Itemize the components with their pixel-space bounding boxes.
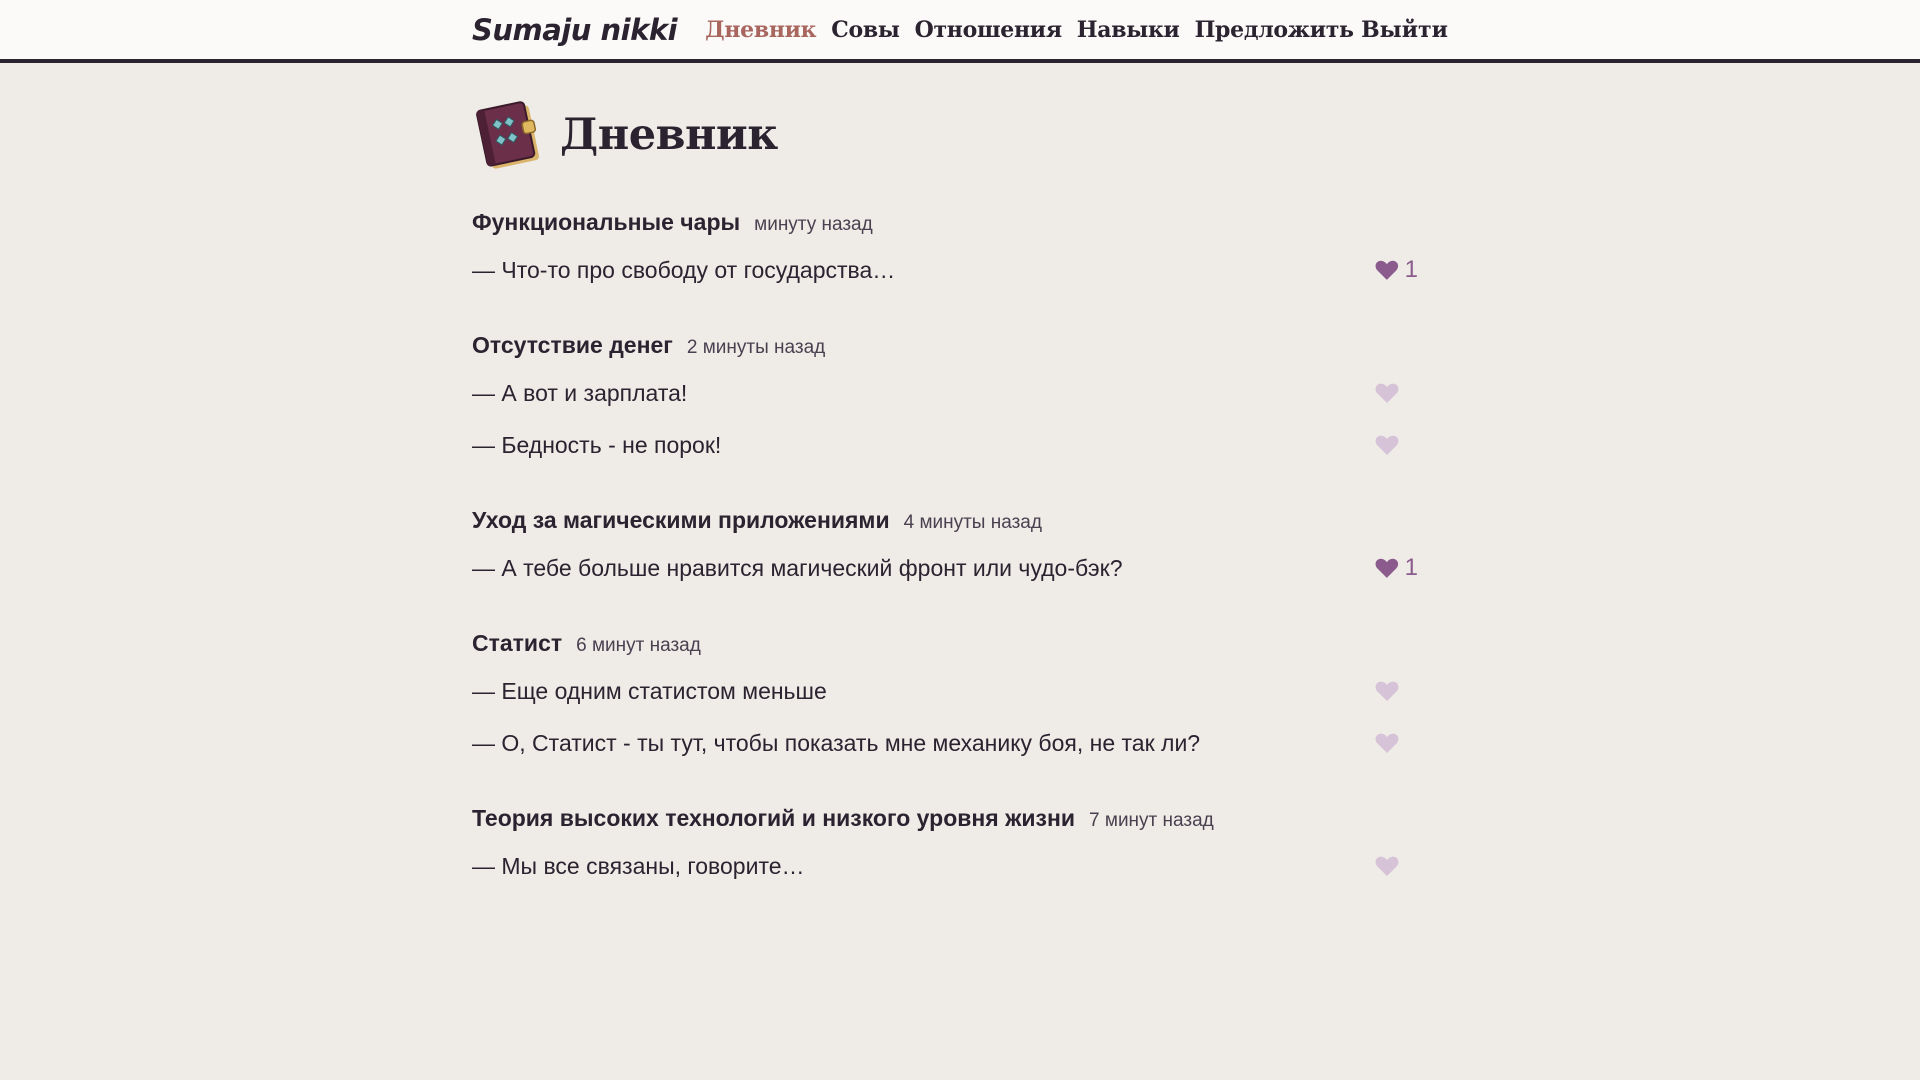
nav-item-diary[interactable]: Дневник	[705, 17, 816, 43]
topic-header: Отсутствие денег 2 минуты назад	[472, 332, 1412, 359]
topic-title[interactable]: Функциональные чары	[472, 209, 740, 236]
post-text: — Что-то про свободу от государства…	[472, 256, 896, 283]
topic-timestamp: 4 минуты назад	[903, 512, 1042, 533]
diary-content: Дневник Функциональные чары минуту назад —…	[472, 63, 1418, 892]
nav-item-relations[interactable]: Отношения	[915, 17, 1062, 43]
post-list: — Что-то про свободу от государства… 1	[472, 244, 1418, 296]
topic: Функциональные чары минуту назад — Что-то …	[472, 209, 1418, 296]
post-row: — Что-то про свободу от государства… 1	[472, 244, 1418, 296]
topic-title[interactable]: Уход за магическими приложениями	[472, 507, 890, 534]
topic-timestamp: 2 минуты назад	[686, 337, 826, 358]
like-button[interactable]	[1374, 679, 1418, 703]
like-button[interactable]	[1374, 854, 1418, 878]
diary-book-icon	[476, 101, 539, 169]
post-row: — А тебе больше нравится магический фрон…	[472, 542, 1418, 594]
like-button[interactable]	[1374, 381, 1418, 405]
like-button[interactable]	[1374, 731, 1418, 755]
topic-header: Функциональные чары минуту назад	[472, 209, 1412, 236]
topic-header: Статист 6 минут назад	[472, 630, 1412, 657]
logout-link[interactable]: Выйти	[1361, 17, 1448, 43]
post-list: — Еще одним статистом меньше — О, Статист…	[472, 665, 1412, 769]
post-text: — О, Статист - ты тут, чтобы показать мн…	[472, 729, 1201, 756]
like-count: 1	[1404, 256, 1418, 283]
post-row: — Мы все связаны, говорите…	[472, 840, 1412, 892]
post-row: — А вот и зарплата!	[472, 367, 1412, 419]
post-row: — Бедность - не порок!	[472, 419, 1412, 471]
post-row: — О, Статист - ты тут, чтобы показать мн…	[472, 717, 1412, 769]
topic-title[interactable]: Теория высоких технологий и низкого уров…	[472, 805, 1075, 832]
topic-timestamp: минуту назад	[754, 214, 873, 235]
post-text: — А вот и зарплата!	[472, 379, 688, 406]
post-text: — Мы все связаны, говорите…	[472, 852, 805, 879]
page-title: Дневник	[560, 110, 778, 160]
heart-icon	[1375, 856, 1399, 876]
heart-icon	[1375, 558, 1399, 578]
post-list: — Мы все связаны, говорите…	[472, 840, 1412, 892]
heart-icon	[1375, 260, 1399, 280]
post-list: — А вот и зарплата! — Бедность - не порок…	[472, 367, 1412, 471]
like-button[interactable]	[1374, 433, 1418, 457]
post-text: — Еще одним статистом меньше	[472, 677, 827, 704]
topic: Статист 6 минут назад — Еще одним статисто…	[472, 630, 1412, 769]
nav-item-suggest[interactable]: Предложить	[1195, 17, 1354, 43]
topic: Отсутствие денег 2 минуты назад — А вот и …	[472, 332, 1412, 471]
post-row: — Еще одним статистом меньше	[472, 665, 1412, 717]
page-header: Дневник	[472, 97, 1412, 173]
heart-icon	[1375, 435, 1399, 455]
heart-icon	[1375, 733, 1399, 753]
top-navbar: Sumaju nikki Дневник Совы Отношения Навы…	[0, 0, 1920, 63]
topic: Теория высоких технологий и низкого уров…	[472, 805, 1412, 892]
post-list: — А тебе больше нравится магический фрон…	[472, 542, 1418, 594]
heart-icon	[1375, 383, 1399, 403]
site-logo[interactable]: Sumaju nikki	[472, 13, 678, 47]
topics-list: Функциональные чары минуту назад — Что-то …	[472, 209, 1418, 892]
topic: Уход за магическими приложениями 4 минуты…	[472, 507, 1418, 594]
like-button[interactable]: 1	[1374, 554, 1418, 582]
post-text: — А тебе больше нравится магический фрон…	[472, 554, 1123, 581]
topic-timestamp: 7 минут назад	[1089, 810, 1214, 831]
heart-icon	[1375, 681, 1399, 701]
nav-item-skills[interactable]: Навыки	[1077, 17, 1180, 43]
topic-timestamp: 6 минут назад	[576, 635, 701, 656]
topic-title[interactable]: Статист	[472, 630, 562, 657]
topic-header: Теория высоких технологий и низкого уров…	[472, 805, 1412, 832]
like-button[interactable]: 1	[1374, 256, 1418, 284]
topic-title[interactable]: Отсутствие денег	[472, 332, 673, 359]
post-text: — Бедность - не порок!	[472, 431, 722, 458]
main-nav: Дневник Совы Отношения Навыки Предложить	[705, 17, 1369, 43]
like-count: 1	[1404, 554, 1418, 581]
nav-item-owls[interactable]: Совы	[831, 17, 900, 43]
topic-header: Уход за магическими приложениями 4 минуты…	[472, 507, 1412, 534]
